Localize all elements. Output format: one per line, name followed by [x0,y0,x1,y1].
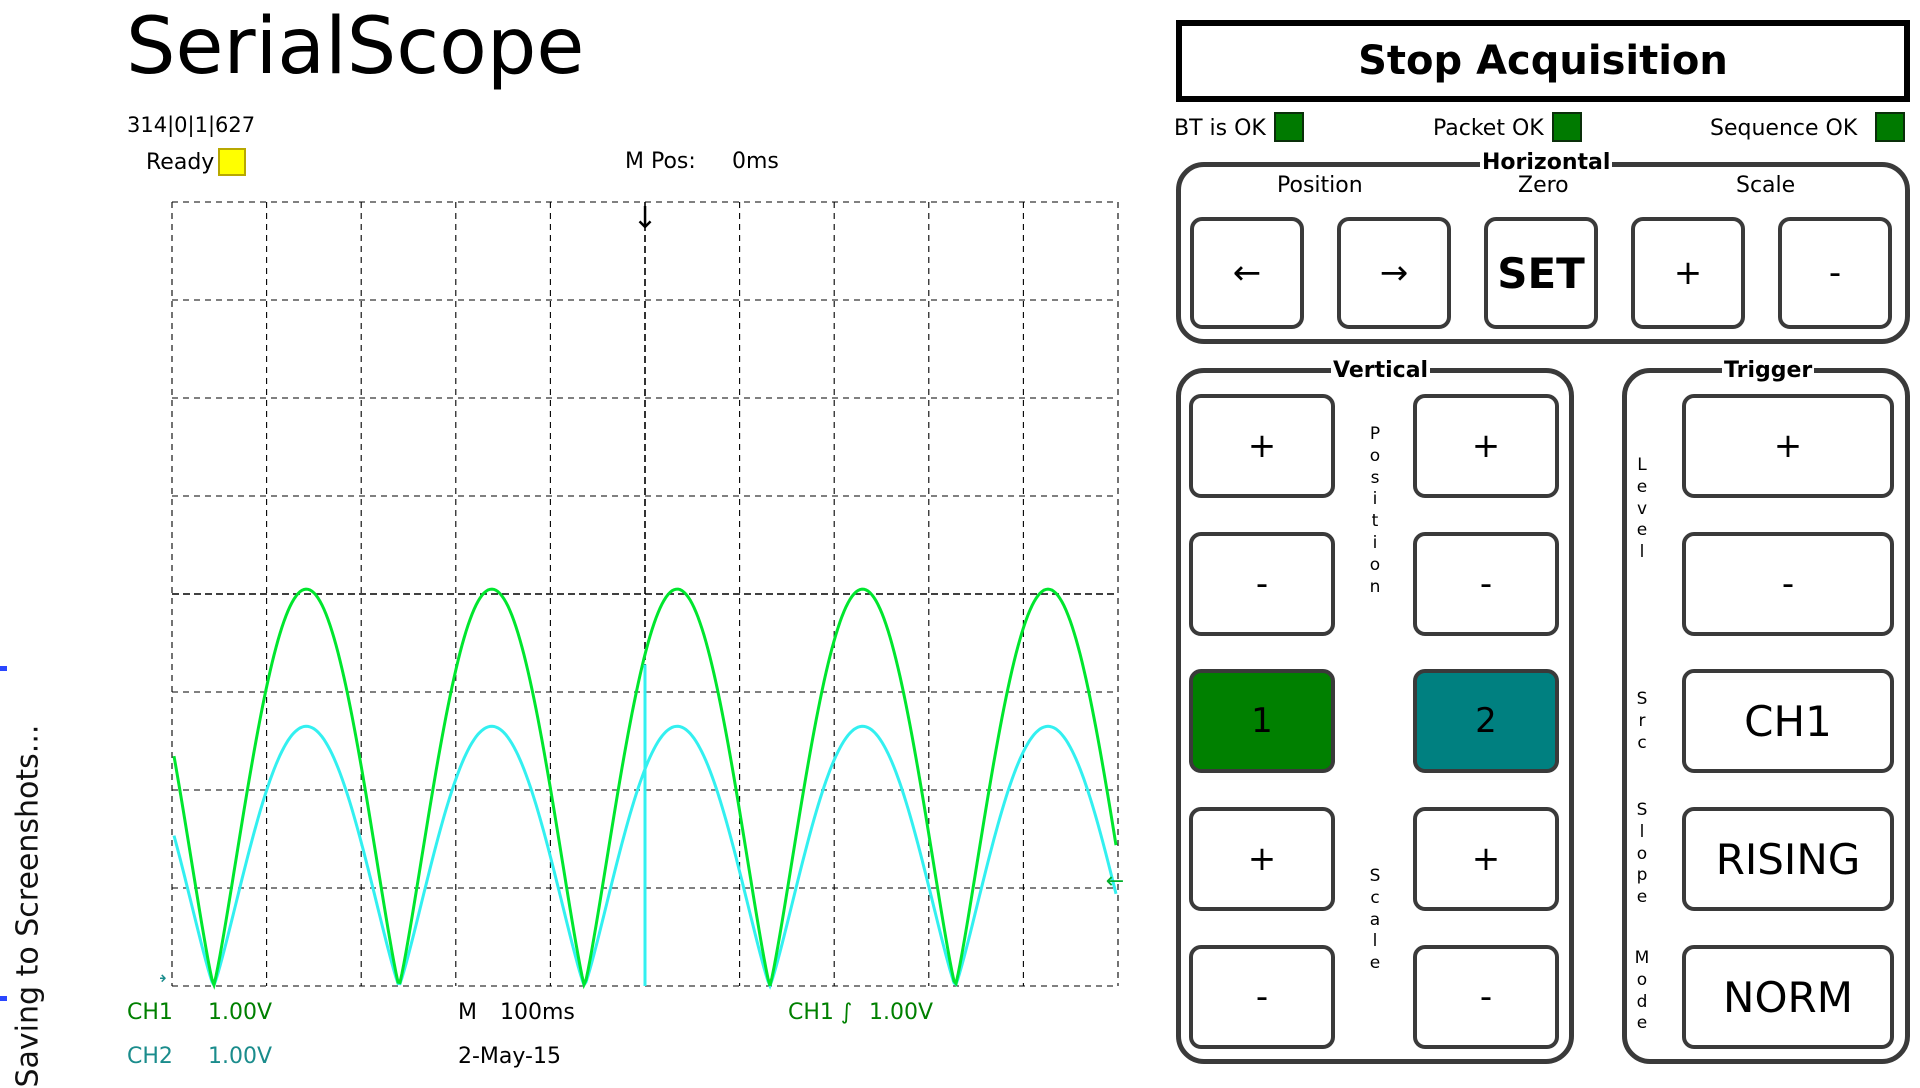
mpos-label: M Pos: [625,149,696,174]
horizontal-title: Horizontal [1480,150,1613,175]
ch2-scale-minus-button[interactable]: - [1413,945,1559,1049]
vertical-position-label: Position [1369,424,1381,597]
ch1-position-minus-button[interactable]: - [1189,532,1335,636]
packet-status-led [1552,112,1582,142]
mpos-value: 0ms [732,149,779,174]
horizontal-left-button[interactable]: ← [1190,217,1304,329]
time-scale: 100ms [500,1000,575,1025]
trigger-level-label: Level [1636,455,1648,563]
trigger-title: Trigger [1722,358,1815,383]
saving-status: Saving to Screenshots... [8,650,48,1088]
ground-marker: 2→ [160,968,167,989]
trigger-slope-label: Slope [1636,800,1648,908]
vertical-scale-label: Scale [1369,866,1381,974]
ready-indicator [218,148,246,176]
ready-label: Ready [146,150,215,175]
horizontal-zero-label: Zero [1518,173,1569,198]
status-mark [0,666,7,671]
trigger-src-label: Src [1636,689,1648,753]
sequence-status-label: Sequence OK [1710,116,1858,141]
saving-status-text: Saving to Screenshots... [10,724,46,1088]
scope-display[interactable]: ↓ ← 2→ [160,190,1130,1010]
trigger-mode-label: Mode [1634,948,1650,1034]
ch1-scale-minus-button[interactable]: - [1189,945,1335,1049]
trigger-level-marker: ← [1106,869,1124,894]
app-title: SerialScope [126,2,585,92]
ch2-position-plus-button[interactable]: + [1413,394,1559,498]
sequence-status-led [1875,112,1905,142]
vertical-title: Vertical [1331,358,1431,383]
bt-status-led [1274,112,1304,142]
ch2-label: CH2 [127,1044,173,1069]
horizontal-position-label: Position [1277,173,1363,198]
horizontal-scale-plus-button[interactable]: + [1631,217,1745,329]
ch2-scale: 1.00V [208,1044,273,1069]
status-mark [0,996,7,1001]
packet-counter: 314|0|1|627 [127,113,256,137]
capture-date: 2-May-15 [458,1044,561,1069]
scope-traces [172,587,1118,990]
packet-status-label: Packet OK [1433,116,1544,141]
ch2-scale-plus-button[interactable]: + [1413,807,1559,911]
ch1-position-plus-button[interactable]: + [1189,394,1335,498]
horizontal-scale-minus-button[interactable]: - [1778,217,1892,329]
trigger-level-plus-button[interactable]: + [1682,394,1894,498]
horizontal-scale-label: Scale [1736,173,1796,198]
horizontal-right-button[interactable]: → [1337,217,1451,329]
trigger-source-button[interactable]: CH1 [1682,669,1894,773]
trigger-level-minus-button[interactable]: - [1682,532,1894,636]
trigger-mode-button[interactable]: NORM [1682,945,1894,1049]
time-label: M [458,1000,477,1025]
ch1-label: CH1 [127,1000,173,1025]
ch2-position-minus-button[interactable]: - [1413,532,1559,636]
ch1-select-button[interactable]: 1 [1189,669,1335,773]
horizontal-zero-set-button[interactable]: SET [1484,217,1598,329]
stop-acquisition-button[interactable]: Stop Acquisition [1176,20,1910,102]
trigger-position-marker: ↓ [632,201,657,236]
bt-status-label: BT is OK [1174,116,1266,141]
trigger-info-label: CH1 ∫ [788,1000,853,1025]
trigger-info-scale: 1.00V [869,1000,934,1025]
trigger-slope-button[interactable]: RISING [1682,807,1894,911]
ch1-scale-plus-button[interactable]: + [1189,807,1335,911]
ch1-scale: 1.00V [208,1000,273,1025]
ch2-select-button[interactable]: 2 [1413,669,1559,773]
